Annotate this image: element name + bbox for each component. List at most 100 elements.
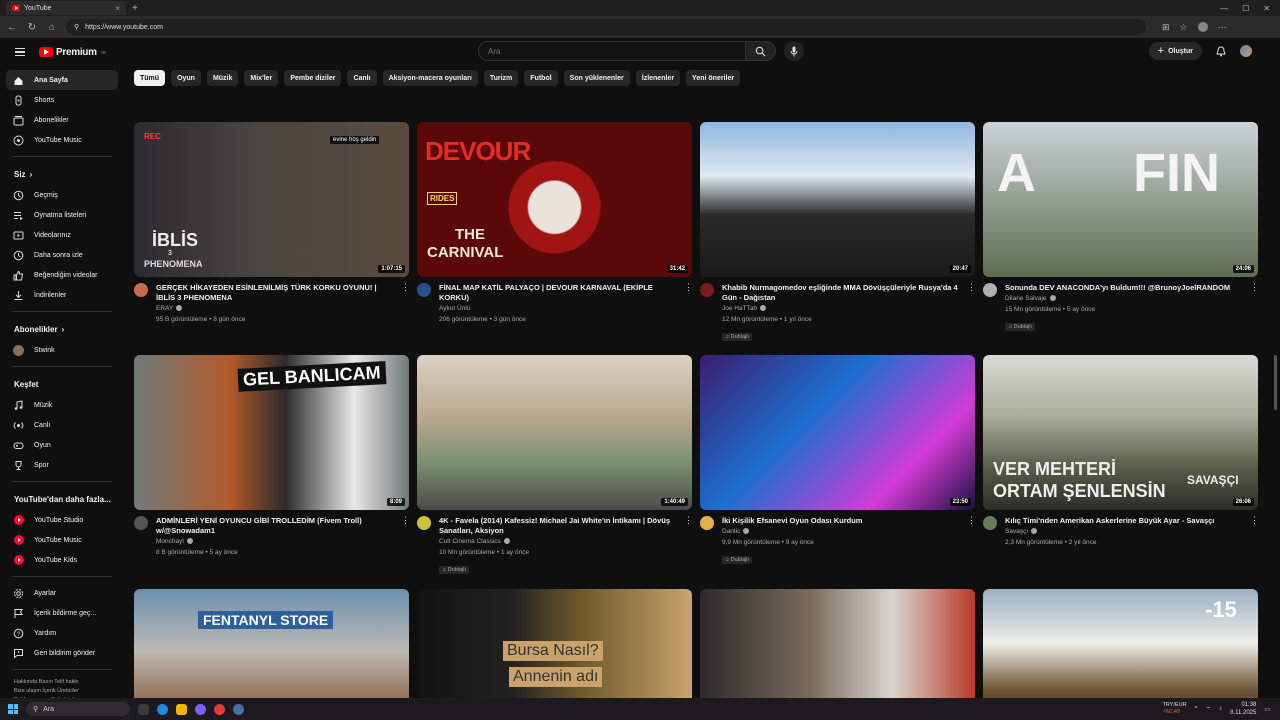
tray-chevron-icon[interactable]: ^: [1195, 706, 1198, 712]
more-options-icon[interactable]: ⋮: [684, 283, 693, 292]
notifications-bell-icon[interactable]: [1216, 45, 1226, 57]
browser-tab[interactable]: YouTube ×: [6, 1, 126, 15]
video-card[interactable]: 20:47 Khabib Nurmagomedov eşliğinde MMA D…: [700, 122, 976, 343]
video-thumbnail[interactable]: 23:50: [700, 355, 975, 510]
network-icon[interactable]: ⌔: [1205, 705, 1211, 713]
translate-icon[interactable]: ⊞: [1162, 22, 1170, 33]
video-card[interactable]: GEL BANLICAM 8:09 ADMİNLERİ YENİ OYUNCU Gİ…: [134, 355, 410, 558]
video-title[interactable]: ADMİNLERİ YENİ OYUNCU GİBİ TROLLEDİM (Fi…: [156, 516, 395, 536]
close-window-icon[interactable]: ✕: [1263, 4, 1270, 13]
account-avatar[interactable]: [1240, 45, 1252, 57]
video-thumbnail[interactable]: A FIN 24:06: [983, 122, 1258, 277]
channel-avatar[interactable]: [417, 516, 431, 530]
app-icon[interactable]: [195, 703, 206, 715]
page-scrollbar[interactable]: [1274, 355, 1277, 410]
channel-avatar[interactable]: [134, 516, 148, 530]
channel-name[interactable]: Savaşçı: [1005, 528, 1028, 535]
channel-name[interactable]: Cult Cinema Classics: [439, 538, 501, 545]
youtube-logo[interactable]: Premium TR: [39, 47, 106, 58]
channel-name[interactable]: Dantic: [722, 528, 740, 535]
task-view-icon[interactable]: [138, 703, 149, 715]
back-icon[interactable]: ←: [6, 22, 18, 33]
more-options-icon[interactable]: ⋮: [401, 516, 410, 525]
chip-3[interactable]: Mix'ler: [244, 70, 279, 86]
sidebar-item-more-2[interactable]: YouTube Kids: [6, 550, 118, 570]
chip-4[interactable]: Pembe diziler: [284, 70, 342, 86]
video-thumbnail[interactable]: REC evine hoş geldin İBLİS 3 PHENOMENA 1:07:1…: [134, 122, 409, 277]
voice-search-button[interactable]: [784, 41, 804, 61]
address-bar[interactable]: ⚲ https://www.youtube.com: [66, 19, 1146, 35]
video-title[interactable]: İki Kişilik Efsanevi Oyun Odası Kurdum: [722, 516, 961, 526]
clock[interactable]: 01:38 8.11.2025: [1230, 701, 1256, 717]
video-card[interactable]: VER MEHTERİ ORTAM ŞENLENSİN SAVAŞÇI 26:06 Kı…: [983, 355, 1259, 548]
video-thumbnail[interactable]: GEL BANLICAM 8:09: [134, 355, 409, 510]
chip-2[interactable]: Müzik: [206, 70, 239, 86]
chip-10[interactable]: İzlenenler: [635, 70, 681, 86]
maximize-icon[interactable]: ☐: [1242, 4, 1249, 13]
video-thumbnail[interactable]: VER MEHTERİ ORTAM ŞENLENSİN SAVAŞÇI 26:06: [983, 355, 1258, 510]
chip-9[interactable]: Son yüklenenler: [563, 70, 630, 86]
more-options-icon[interactable]: ⋮: [1250, 283, 1259, 292]
sidebar-item-explore-0[interactable]: Müzik: [6, 395, 118, 415]
sidebar-item-main-1[interactable]: Shorts: [6, 90, 118, 110]
sidebar-item-main-2[interactable]: Abonelikler: [6, 110, 118, 130]
menu-icon[interactable]: [15, 47, 25, 57]
video-title[interactable]: 4K - Favela (2014) Kafessiz! Michael Jai…: [439, 516, 678, 536]
chip-1[interactable]: Oyun: [171, 70, 201, 86]
channel-avatar[interactable]: [983, 516, 997, 530]
menu-dots-icon[interactable]: ⋯: [1218, 22, 1227, 33]
sidebar-item-you-3[interactable]: Daha sonra izle: [6, 245, 118, 265]
video-card[interactable]: REC evine hoş geldin İBLİS 3 PHENOMENA 1:07:1…: [134, 122, 410, 325]
favorite-icon[interactable]: ☆: [1180, 22, 1188, 33]
sidebar-item-you-2[interactable]: Videolarınız: [6, 225, 118, 245]
channel-avatar[interactable]: [134, 283, 148, 297]
edge-icon[interactable]: [157, 703, 168, 715]
chip-0[interactable]: Tümü: [134, 70, 166, 86]
more-options-icon[interactable]: ⋮: [1250, 516, 1259, 525]
channel-name[interactable]: Monchayl: [156, 538, 184, 545]
notification-center-icon[interactable]: ▭: [1264, 706, 1270, 713]
chip-7[interactable]: Turizm: [483, 70, 519, 86]
channel-name[interactable]: ERAY: [156, 305, 173, 312]
more-options-icon[interactable]: ⋮: [967, 516, 976, 525]
close-tab-icon[interactable]: ×: [115, 4, 120, 13]
create-button[interactable]: + Oluştur: [1148, 42, 1202, 60]
sidebar-item-subs-0[interactable]: Stwink: [6, 340, 118, 360]
chip-5[interactable]: Canlı: [347, 70, 377, 86]
video-title[interactable]: GERÇEK HİKAYEDEN ESİNLENİLMİŞ TÜRK KORKU…: [156, 283, 395, 303]
sidebar-section-you[interactable]: Siz ›: [6, 163, 118, 185]
home-browser-icon[interactable]: ⌂: [46, 22, 58, 33]
video-title[interactable]: FİNAL MAP KATİL PALYAÇO | DEVOUR KARNAVA…: [439, 283, 678, 303]
video-thumbnail[interactable]: 20:47: [700, 122, 975, 277]
video-title[interactable]: Khabib Nurmagomedov eşliğinde MMA Dövüşç…: [722, 283, 961, 303]
sidebar-item-settings-0[interactable]: Ayarlar: [6, 583, 118, 603]
video-title[interactable]: Kılıç Timi'nden Amerikan Askerlerine Büy…: [1005, 516, 1244, 526]
sidebar-item-you-5[interactable]: İndirilenler: [6, 285, 118, 305]
channel-avatar[interactable]: [417, 283, 431, 297]
fx-widget[interactable]: TRY/EUR -%0,49: [1163, 702, 1187, 716]
channel-name[interactable]: Joe HaTTab: [722, 305, 757, 312]
windows-start-icon[interactable]: [8, 704, 18, 714]
sidebar-item-settings-2[interactable]: ? Yardım: [6, 623, 118, 643]
video-card[interactable]: DEVOUR RIDES THE CARNIVAL 31:42 FİNAL MAP KAT…: [417, 122, 693, 325]
file-explorer-icon[interactable]: [176, 703, 187, 715]
sidebar-item-main-3[interactable]: YouTube Music: [6, 130, 118, 150]
chip-8[interactable]: Futbol: [524, 70, 558, 86]
sidebar-item-settings-3[interactable]: Geri bildirim gönder: [6, 643, 118, 663]
video-card[interactable]: 1:40:49 4K - Favela (2014) Kafessiz! Mich…: [417, 355, 693, 576]
video-card[interactable]: 23:50 İki Kişilik Efsanevi Oyun Odası Kur…: [700, 355, 976, 566]
chip-11[interactable]: Yeni öneriler: [686, 70, 741, 86]
footer-links[interactable]: Bize ulaşın İçerik Üreticiler: [14, 687, 124, 696]
steam-icon[interactable]: [233, 703, 244, 715]
sidebar-item-more-0[interactable]: YouTube Studio: [6, 510, 118, 530]
more-options-icon[interactable]: ⋮: [401, 283, 410, 292]
taskbar-search[interactable]: ⚲ Ara: [26, 702, 130, 716]
footer-links[interactable]: Hakkında Basın Telif hakkı: [14, 678, 124, 687]
sidebar-item-you-0[interactable]: Geçmiş: [6, 185, 118, 205]
video-thumbnail[interactable]: 1:40:49: [417, 355, 692, 510]
channel-avatar[interactable]: [700, 516, 714, 530]
chip-6[interactable]: Aksiyon-macera oyunları: [382, 70, 478, 86]
minimize-icon[interactable]: —: [1220, 4, 1228, 13]
video-card[interactable]: A FIN 24:06 Sonunda DEV ANACONDA'yı Buldum!…: [983, 122, 1259, 333]
opera-icon[interactable]: [214, 703, 225, 715]
